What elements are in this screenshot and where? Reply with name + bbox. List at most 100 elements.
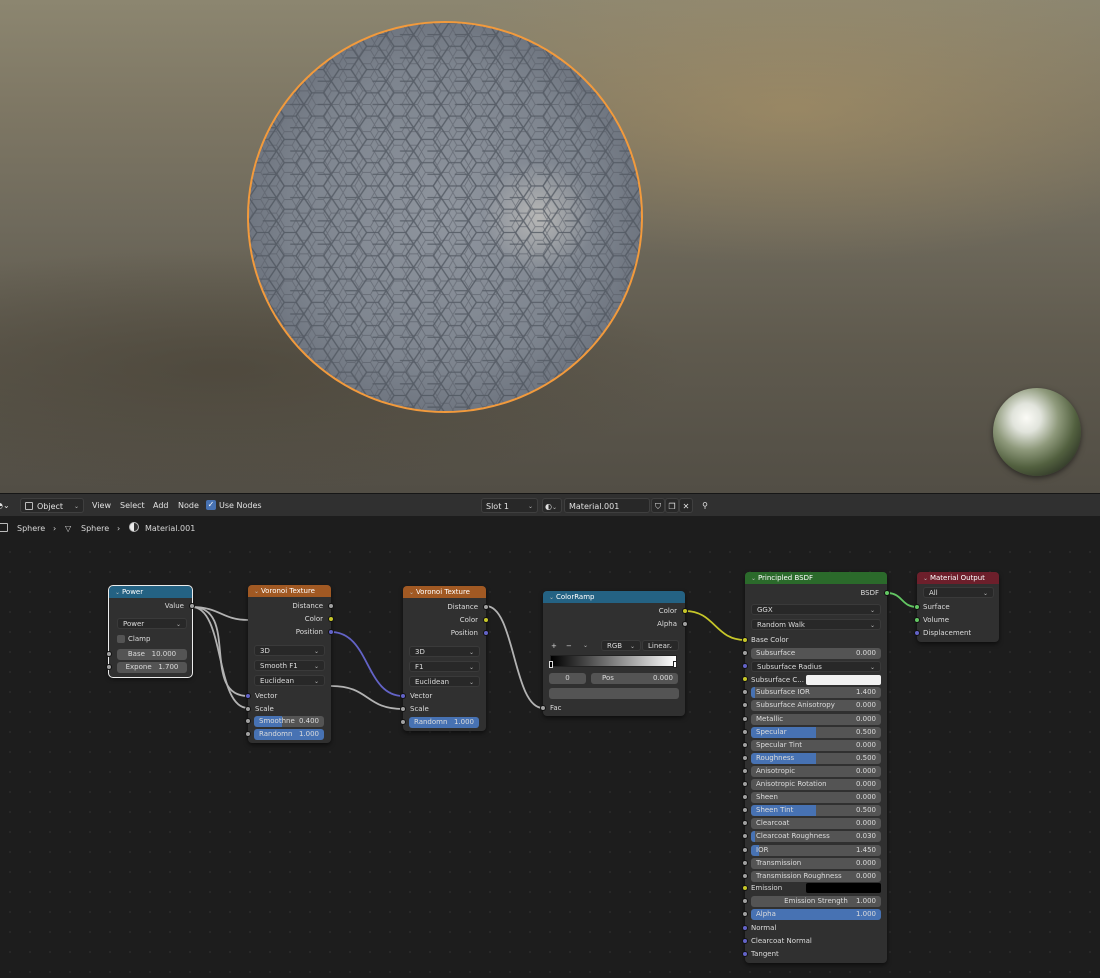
input-socket-displacement[interactable] [914,630,920,636]
input-socket-alpha[interactable] [742,911,748,917]
output-socket-color[interactable] [483,617,489,623]
output-socket-bsdf[interactable] [884,590,890,596]
input-socket-randomness[interactable] [245,731,251,737]
input-socket-emission[interactable] [742,885,748,891]
input-socket-param[interactable] [742,807,748,813]
input-socket-param[interactable] [742,650,748,656]
param-slider[interactable]: Anisotropic 0.000 [751,766,881,777]
output-socket-color[interactable] [328,616,334,622]
input-socket-param[interactable] [742,755,748,761]
ramp-menu-chevron-icon[interactable]: ⌄ [583,640,588,652]
collapse-chevron-icon[interactable]: ⌄ [254,588,261,595]
param-slider[interactable]: Roughness 0.500 [751,753,881,764]
subsurface-method-dropdown[interactable]: Random Walk ⌄ [751,619,881,630]
input-socket-volume[interactable] [914,617,920,623]
collapse-chevron-icon[interactable]: ⌄ [923,575,930,582]
output-socket-position[interactable] [483,630,489,636]
input-socket-param[interactable] [742,702,748,708]
material-browse-button[interactable]: ◐⌄ [542,498,562,513]
unlink-material-close-icon[interactable]: ✕ [679,498,693,513]
sphere-object[interactable] [247,21,643,413]
input-socket-emission-strength[interactable] [742,898,748,904]
node-header[interactable]: ⌄ ColorRamp [543,591,685,603]
ramp-stop-white[interactable] [673,661,677,668]
feature-dropdown[interactable]: F1 ⌄ [409,661,480,672]
input-socket-param[interactable] [742,781,748,787]
use-nodes-checkbox[interactable]: ✓ [206,500,216,510]
input-socket-scale[interactable] [245,706,251,712]
param-slider[interactable]: Subsurface 0.000 [751,648,881,659]
randomness-slider[interactable]: Randomn 1.000 [409,717,479,728]
exponent-field[interactable]: Expone 1.700 [117,662,187,673]
active-stop-index-field[interactable]: 0 [549,673,586,684]
base-field[interactable]: Base 10.000 [117,649,187,660]
smoothness-slider[interactable]: Smoothne 0.400 [254,716,324,727]
color-mode-dropdown[interactable]: RGB ⌄ [601,640,641,651]
stop-position-field[interactable]: Pos 0.000 [591,673,678,684]
randomness-slider[interactable]: Randomn 1.000 [254,729,324,740]
input-socket-param[interactable] [742,729,748,735]
node-header[interactable]: ⌄ Principled BSDF [745,572,887,584]
param-slider[interactable]: Transmission 0.000 [751,858,881,869]
param-slider[interactable]: Anisotropic Rotation 0.000 [751,779,881,790]
mode-dropdown[interactable]: Object ⌄ [20,498,84,513]
param-slider[interactable]: Specular Tint 0.000 [751,740,881,751]
distribution-dropdown[interactable]: GGX ⌄ [751,604,881,615]
input-socket-randomness[interactable] [400,719,406,725]
3d-viewport[interactable] [0,0,1100,493]
color-ramp-gradient[interactable] [550,655,677,667]
input-socket-vector[interactable] [245,693,251,699]
input-socket-scale[interactable] [400,706,406,712]
output-socket-value[interactable] [189,603,195,609]
node-header[interactable]: ⌄ Power [109,586,192,598]
input-socket-param[interactable] [742,716,748,722]
slot-dropdown[interactable]: Slot 1 ⌄ [481,498,538,513]
input-socket-param[interactable] [742,820,748,826]
node-header[interactable]: ⌄ Material Output [917,572,999,584]
input-socket-vector[interactable] [400,693,406,699]
editor-type-icon[interactable]: ◔⌄ [0,498,14,513]
emission-strength-field[interactable]: Emission Strength 1.000 [751,896,881,907]
dimensions-dropdown[interactable]: 3D ⌄ [409,646,480,657]
param-slider[interactable]: Specular 0.500 [751,727,881,738]
param-slider[interactable]: Transmission Roughness 0.000 [751,871,881,882]
param-slider[interactable]: Sheen 0.000 [751,792,881,803]
menu-add[interactable]: Add [153,498,169,513]
param-slider[interactable]: Sheen Tint 0.500 [751,805,881,816]
input-socket-param[interactable] [742,860,748,866]
node-header[interactable]: ⌄ Voronoi Texture [248,585,331,597]
subsurface-color-swatch[interactable] [806,675,881,685]
stop-color-swatch[interactable] [549,688,679,699]
alpha-slider[interactable]: Alpha 1.000 [751,909,881,920]
input-socket-tangent[interactable] [742,951,748,957]
param-slider[interactable]: Clearcoat Roughness 0.030 [751,831,881,842]
input-socket-param[interactable] [742,833,748,839]
input-socket-basecolor[interactable] [742,637,748,643]
collapse-chevron-icon[interactable]: ⌄ [751,575,758,582]
collapse-chevron-icon[interactable]: ⌄ [409,589,416,596]
input-socket-base[interactable] [106,651,112,657]
input-socket-param[interactable] [742,742,748,748]
material-output-node[interactable]: ⌄ Material Output All ⌄ Surface Volume Di… [914,572,999,642]
node-header[interactable]: ⌄ Voronoi Texture [403,586,486,598]
collapse-chevron-icon[interactable]: ⌄ [115,589,122,596]
operation-dropdown[interactable]: Power ⌄ [117,618,187,629]
pin-icon[interactable]: ⚲ [699,498,711,513]
param-slider[interactable]: IOR 1.450 [751,845,881,856]
remove-stop-button[interactable]: − [566,640,572,652]
feature-dropdown[interactable]: Smooth F1 ⌄ [254,660,325,671]
input-socket-param[interactable] [742,689,748,695]
input-socket-param[interactable] [742,768,748,774]
input-socket-param[interactable] [742,676,748,682]
power-math-node[interactable]: ⌄ Power Value Power ⌄ Clamp Base 10.000 E… [106,585,195,678]
menu-view[interactable]: View [92,498,111,513]
input-socket-clearcoat-normal[interactable] [742,938,748,944]
input-socket-smoothness[interactable] [245,718,251,724]
collapse-chevron-icon[interactable]: ⌄ [549,594,556,601]
metric-dropdown[interactable]: Euclidean ⌄ [254,675,325,686]
input-socket-param[interactable] [742,873,748,879]
target-dropdown[interactable]: All ⌄ [923,587,994,598]
input-socket-param[interactable] [742,663,748,669]
fake-user-shield-icon[interactable]: ⛉ [651,498,665,513]
metric-dropdown[interactable]: Euclidean ⌄ [409,676,480,687]
